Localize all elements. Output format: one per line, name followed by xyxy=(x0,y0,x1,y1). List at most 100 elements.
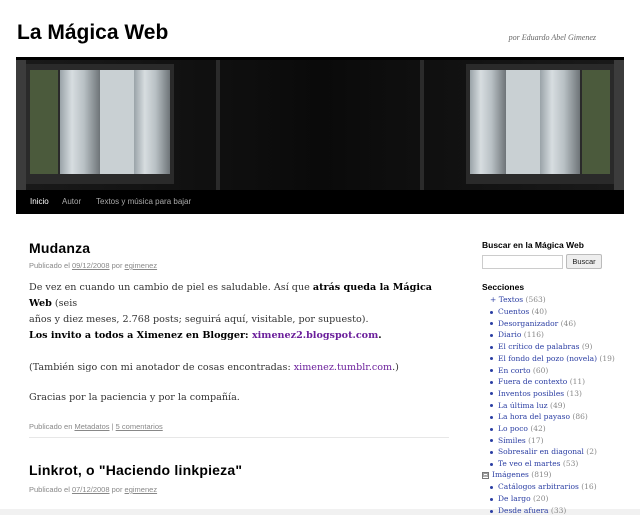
bullet-icon xyxy=(490,404,493,408)
subcategory-count: (9) xyxy=(581,342,593,352)
subcategory-item: Te veo el martes (53) xyxy=(490,459,578,468)
post-date-link[interactable]: 09/12/2008 xyxy=(72,261,110,270)
search-input[interactable] xyxy=(482,255,563,269)
subcategory-item: Inventos posibles (13) xyxy=(490,389,582,398)
bullet-icon xyxy=(490,345,493,349)
subcategory-link[interactable]: Lo poco xyxy=(498,424,528,433)
subcategory-count: (116) xyxy=(523,330,544,340)
post-meta: Publicado el 09/12/2008 por egimenez xyxy=(29,261,157,270)
search-button[interactable]: Buscar xyxy=(566,254,602,269)
category-count: (563) xyxy=(525,295,546,304)
subcategory-link[interactable]: Fuera de contexto xyxy=(498,377,567,386)
bold-text: Los invito a todos a Ximenez en Blogger: xyxy=(29,330,252,341)
text: De vez en cuando un cambio de piel es sa… xyxy=(29,282,313,293)
subcategory-link[interactable]: Diario xyxy=(498,330,521,339)
post-paragraph-1: De vez en cuando un cambio de piel es sa… xyxy=(29,280,449,328)
subcategory-link[interactable]: Desorganizador xyxy=(498,319,558,328)
subcategory-link[interactable]: Desde afuera xyxy=(498,506,549,515)
bold-text: . xyxy=(378,330,382,341)
subcategory-link[interactable]: Sobresalir en diagonal xyxy=(498,447,584,456)
bullet-icon xyxy=(490,357,493,361)
blogger-link[interactable]: ximenez2.blogspot.com xyxy=(252,330,378,341)
separator: | xyxy=(111,422,114,431)
post-paragraph-4: Gracias por la paciencia y por la compañ… xyxy=(29,392,240,403)
window-curtains-image xyxy=(16,60,624,190)
subcategory-item: Desde afuera (33) xyxy=(490,506,566,515)
subcategory-item: Catálogos arbitrarios (16) xyxy=(490,482,597,491)
post-author-link[interactable]: egimenez xyxy=(125,261,158,270)
post-paragraph-2: Los invito a todos a Ximenez en Blogger:… xyxy=(29,328,449,344)
main-menu: Inicio Autor Textos y música para bajar xyxy=(16,190,624,214)
subcategory-item: Sobresalir en diagonal (2) xyxy=(490,447,597,456)
category-link[interactable]: Metadatos xyxy=(74,422,109,431)
bullet-icon xyxy=(490,380,493,384)
subcategory-count: (17) xyxy=(528,435,544,445)
meta-prefix: Publicado el xyxy=(29,261,70,270)
subcategory-link[interactable]: En corto xyxy=(498,366,531,375)
subcategory-link[interactable]: Símiles xyxy=(498,436,526,445)
sections-widget-title: Secciones xyxy=(482,282,525,292)
subcategory-count: (2) xyxy=(586,447,597,457)
subcategory-link[interactable]: Cuentos xyxy=(498,307,529,316)
site-title[interactable]: La Mágica Web xyxy=(17,21,168,45)
post-divider xyxy=(29,437,449,438)
meta-by: por xyxy=(111,485,123,494)
post-paragraph-3: (También sigo con mi anotador de cosas e… xyxy=(29,360,449,376)
subcategory-item: El fondo del pozo (novela) (19) xyxy=(490,354,615,363)
post-author-link[interactable]: egimenez xyxy=(125,485,158,494)
menu-item-textos-musica[interactable]: Textos y música para bajar xyxy=(96,190,191,214)
bullet-icon xyxy=(490,450,493,454)
subcategory-item: Desorganizador (46) xyxy=(490,319,576,328)
bullet-icon xyxy=(490,322,493,326)
subcategory-count: (46) xyxy=(560,318,577,328)
subcategory-count: (16) xyxy=(581,482,597,491)
subcategory-item: El crítico de palabras (9) xyxy=(490,342,592,351)
post-title-mudanza[interactable]: Mudanza xyxy=(29,240,90,256)
bullet-icon xyxy=(490,427,493,431)
subcategory-item: Fuera de contexto (11) xyxy=(490,377,585,386)
category-link-imagenes[interactable]: Imágenes xyxy=(492,470,529,479)
subcategory-item: La última luz (49) xyxy=(490,401,565,410)
header-banner-image xyxy=(16,57,624,190)
category-textos: + Textos (563) xyxy=(490,295,546,304)
site-description: por Eduardo Abel Gimenez xyxy=(508,33,596,42)
search-widget-title: Buscar en la Mágica Web xyxy=(482,240,584,250)
subcategory-link[interactable]: Inventos posibles xyxy=(498,389,564,398)
subcategory-link[interactable]: La última luz xyxy=(498,401,548,410)
subcategory-link[interactable]: Te veo el martes xyxy=(498,459,561,468)
text: (seis xyxy=(51,298,78,309)
category-link-textos[interactable]: Textos xyxy=(499,295,523,304)
subcategory-link[interactable]: La hora del payaso xyxy=(498,412,570,421)
menu-item-inicio[interactable]: Inicio xyxy=(30,190,49,214)
expand-icon[interactable]: + xyxy=(490,295,496,304)
bullet-icon xyxy=(490,509,493,513)
tumblr-link[interactable]: ximenez.tumblr.com xyxy=(294,362,392,373)
menu-item-autor[interactable]: Autor xyxy=(62,190,81,214)
post-date-link[interactable]: 07/12/2008 xyxy=(72,485,110,494)
bullet-icon xyxy=(490,485,493,489)
subcategory-count: (11) xyxy=(569,377,586,387)
subcategory-count: (53) xyxy=(562,459,579,469)
subcategory-count: (33) xyxy=(550,506,567,515)
subcategory-item: Lo poco (42) xyxy=(490,424,546,433)
subcategory-link[interactable]: El fondo del pozo (novela) xyxy=(498,354,597,363)
subcategory-link[interactable]: De largo xyxy=(498,494,531,503)
subcategory-item: De largo (20) xyxy=(490,494,548,503)
text: (También sigo con mi anotador de cosas e… xyxy=(29,362,294,373)
post-title-linkrot[interactable]: Linkrot, o "Haciendo linkpieza" xyxy=(29,462,242,478)
bullet-icon xyxy=(490,462,493,466)
category-count: (819) xyxy=(531,470,552,479)
bullet-icon xyxy=(490,369,493,372)
subcategory-link[interactable]: Catálogos arbitrarios xyxy=(498,482,579,491)
collapse-icon[interactable]: ⊟ xyxy=(482,471,489,479)
text: .) xyxy=(392,362,399,373)
subcategory-item: La hora del payaso (86) xyxy=(490,412,588,421)
bullet-icon xyxy=(490,439,493,443)
subcategory-link[interactable]: El crítico de palabras xyxy=(498,342,579,351)
bullet-icon xyxy=(490,310,493,314)
subcategory-count: (19) xyxy=(599,353,615,363)
subcategory-count: (86) xyxy=(572,412,588,422)
comments-link[interactable]: 5 comentarios xyxy=(116,422,163,431)
subcategory-count: (49) xyxy=(550,400,566,410)
text: años y diez meses, 2.768 posts; seguirá … xyxy=(29,314,369,325)
